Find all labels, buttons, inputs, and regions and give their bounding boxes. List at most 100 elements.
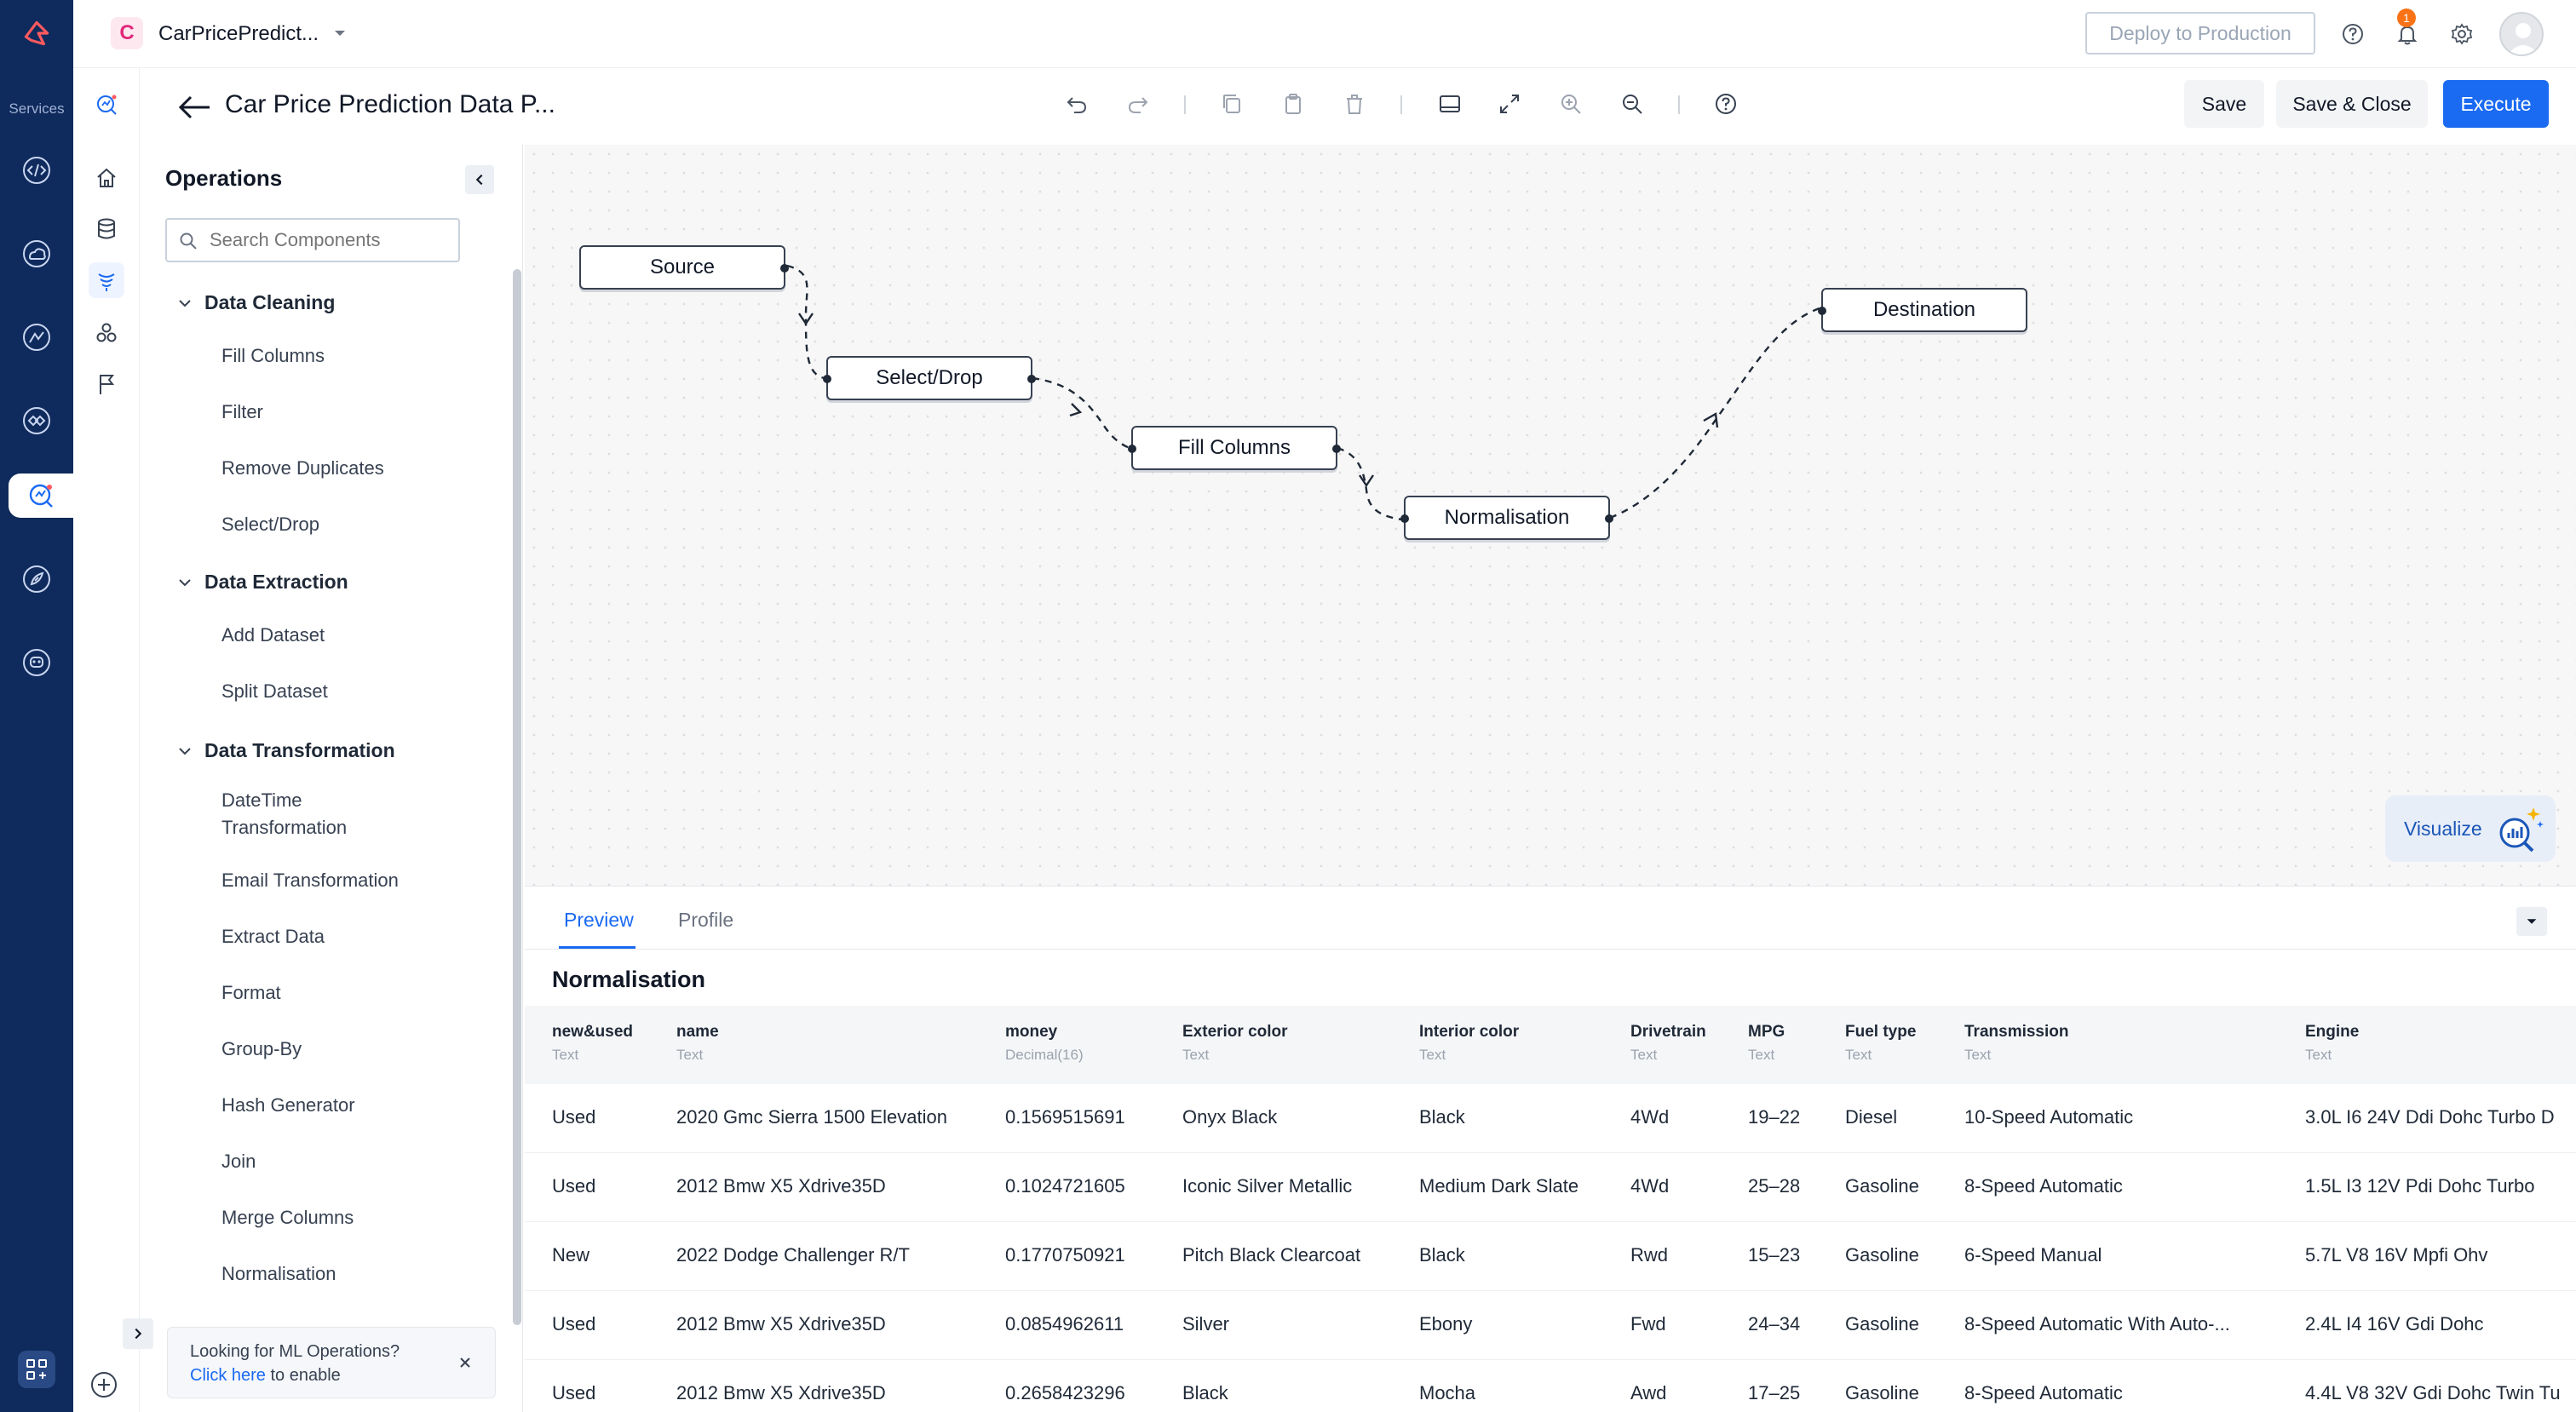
table-cell: Gasoline: [1845, 1382, 1919, 1403]
column-header[interactable]: Exterior color Text: [1182, 1023, 1288, 1064]
output-port[interactable]: [780, 264, 789, 273]
op-filter[interactable]: Filter: [221, 399, 263, 426]
enable-ml-link[interactable]: Click here: [190, 1366, 266, 1385]
table-cell: Used: [552, 1106, 596, 1128]
column-header[interactable]: new&used Text: [552, 1023, 633, 1064]
op-format[interactable]: Format: [221, 979, 281, 1007]
pipeline-home-icon[interactable]: [89, 87, 124, 123]
op-select-drop[interactable]: Select/Drop: [221, 511, 319, 538]
op-merge-columns[interactable]: Merge Columns: [221, 1204, 354, 1231]
assistant-service-icon[interactable]: [14, 640, 59, 685]
execute-button[interactable]: Execute: [2443, 80, 2549, 128]
save-and-close-button[interactable]: Save & Close: [2276, 80, 2428, 128]
data-pipeline-service-icon[interactable]: [9, 474, 73, 518]
fit-screen-icon[interactable]: [1492, 87, 1527, 121]
integration-service-icon[interactable]: [14, 399, 59, 443]
op-join[interactable]: Join: [221, 1148, 256, 1175]
project-name[interactable]: CarPricePredict...: [158, 22, 319, 46]
input-port[interactable]: [823, 375, 831, 383]
column-header[interactable]: name Text: [676, 1023, 719, 1064]
tab-profile[interactable]: Profile: [678, 909, 733, 932]
user-avatar[interactable]: [2499, 12, 2544, 56]
chevron-down-icon[interactable]: [331, 24, 349, 43]
code-service-icon[interactable]: [14, 148, 59, 192]
pipeline-icon[interactable]: [89, 262, 124, 298]
table-row[interactable]: Used 2012 Bmw X5 Xdrive35D 0.0854962611 Sil…: [525, 1291, 2576, 1360]
add-plus-icon[interactable]: [89, 1369, 119, 1400]
undo-icon[interactable]: [1060, 87, 1094, 121]
flag-icon[interactable]: [89, 366, 124, 402]
op-fill-columns[interactable]: Fill Columns: [221, 342, 325, 370]
table-row[interactable]: Used 2012 Bmw X5 Xdrive35D 0.1024721605 Ico…: [525, 1153, 2576, 1222]
op-hash-generator[interactable]: Hash Generator: [221, 1092, 355, 1119]
input-port[interactable]: [1818, 307, 1826, 315]
database-icon[interactable]: [89, 211, 124, 247]
op-email-transformation[interactable]: Email Transformation: [221, 867, 399, 894]
settings-gear-icon[interactable]: [2445, 17, 2479, 51]
column-header[interactable]: Interior color Text: [1419, 1023, 1519, 1064]
column-header[interactable]: Engine Text: [2305, 1023, 2359, 1064]
collapse-preview-button[interactable]: [2516, 907, 2547, 936]
pipeline-canvas[interactable]: Source Select/Drop Fill Columns Normalis…: [525, 145, 2576, 886]
redo-icon[interactable]: [1121, 87, 1155, 121]
column-header[interactable]: Fuel type Text: [1845, 1023, 1916, 1064]
delete-trash-icon[interactable]: [1337, 87, 1371, 121]
deploy-to-production-button[interactable]: Deploy to Production: [2085, 12, 2315, 55]
help-icon[interactable]: [1709, 87, 1743, 121]
node-source[interactable]: Source: [579, 245, 789, 290]
output-port[interactable]: [1332, 445, 1341, 453]
node-fill-columns[interactable]: Fill Columns: [1128, 426, 1341, 470]
home-icon[interactable]: [89, 160, 124, 196]
chevron-left-icon: [475, 174, 483, 186]
launch-service-icon[interactable]: [14, 557, 59, 601]
table-cell: 24–34: [1748, 1313, 1801, 1335]
zoom-in-icon[interactable]: [1554, 87, 1588, 121]
op-normalisation[interactable]: Normalisation: [221, 1260, 336, 1288]
apps-grid-icon[interactable]: [14, 1347, 59, 1392]
group-data-transformation[interactable]: Data Transformation: [177, 739, 395, 762]
search-components-input[interactable]: [165, 218, 460, 262]
chevron-down-icon: [179, 578, 191, 586]
column-header[interactable]: money Decimal(16): [1005, 1023, 1084, 1064]
components-icon[interactable]: [89, 315, 124, 351]
paste-icon[interactable]: [1276, 87, 1310, 121]
help-icon[interactable]: [2336, 17, 2370, 51]
table-cell: 15–23: [1748, 1244, 1801, 1266]
collapse-panel-button[interactable]: [465, 165, 494, 194]
back-arrow-icon[interactable]: [175, 90, 213, 124]
analytics-service-icon[interactable]: [14, 315, 59, 359]
group-data-extraction[interactable]: Data Extraction: [177, 571, 348, 594]
project-badge[interactable]: C: [111, 17, 143, 49]
panel-toggle-icon[interactable]: [1433, 87, 1467, 121]
node-select-drop[interactable]: Select/Drop: [823, 356, 1036, 400]
op-datetime-transformation[interactable]: DateTime Transformation: [221, 787, 383, 841]
operations-scrollbar[interactable]: [513, 269, 521, 1325]
copy-icon[interactable]: [1215, 87, 1249, 121]
input-port[interactable]: [1400, 514, 1409, 523]
node-normalisation[interactable]: Normalisation: [1400, 496, 1613, 540]
output-port[interactable]: [1027, 375, 1036, 383]
node-destination[interactable]: Destination: [1818, 288, 2027, 332]
column-header[interactable]: MPG Text: [1748, 1023, 1785, 1064]
expand-panel-button[interactable]: [123, 1318, 153, 1349]
output-port[interactable]: [1605, 514, 1613, 523]
op-extract-data[interactable]: Extract Data: [221, 923, 325, 950]
group-data-cleaning[interactable]: Data Cleaning: [177, 291, 335, 314]
table-row[interactable]: Used 2012 Bmw X5 Xdrive35D 0.2658423296 Bla…: [525, 1360, 2576, 1412]
table-row[interactable]: New 2022 Dodge Challenger R/T 0.1770750921…: [525, 1222, 2576, 1291]
zoom-out-icon[interactable]: [1615, 87, 1649, 121]
op-add-dataset[interactable]: Add Dataset: [221, 622, 325, 649]
tab-preview[interactable]: Preview: [564, 909, 634, 932]
column-header[interactable]: Transmission Text: [1964, 1023, 2069, 1064]
op-group-by[interactable]: Group-By: [221, 1036, 302, 1063]
close-icon[interactable]: [457, 1354, 474, 1371]
column-header[interactable]: Drivetrain Text: [1630, 1023, 1706, 1064]
table-row[interactable]: Used 2020 Gmc Sierra 1500 Elevation 0.1569…: [525, 1084, 2576, 1153]
cloud-service-icon[interactable]: [14, 232, 59, 276]
brand-logo-icon[interactable]: [19, 15, 55, 51]
op-split-dataset[interactable]: Split Dataset: [221, 678, 328, 705]
op-remove-duplicates[interactable]: Remove Duplicates: [221, 455, 384, 482]
input-port[interactable]: [1128, 445, 1136, 453]
visualize-button[interactable]: Visualize: [2385, 795, 2556, 862]
save-button[interactable]: Save: [2184, 80, 2264, 128]
